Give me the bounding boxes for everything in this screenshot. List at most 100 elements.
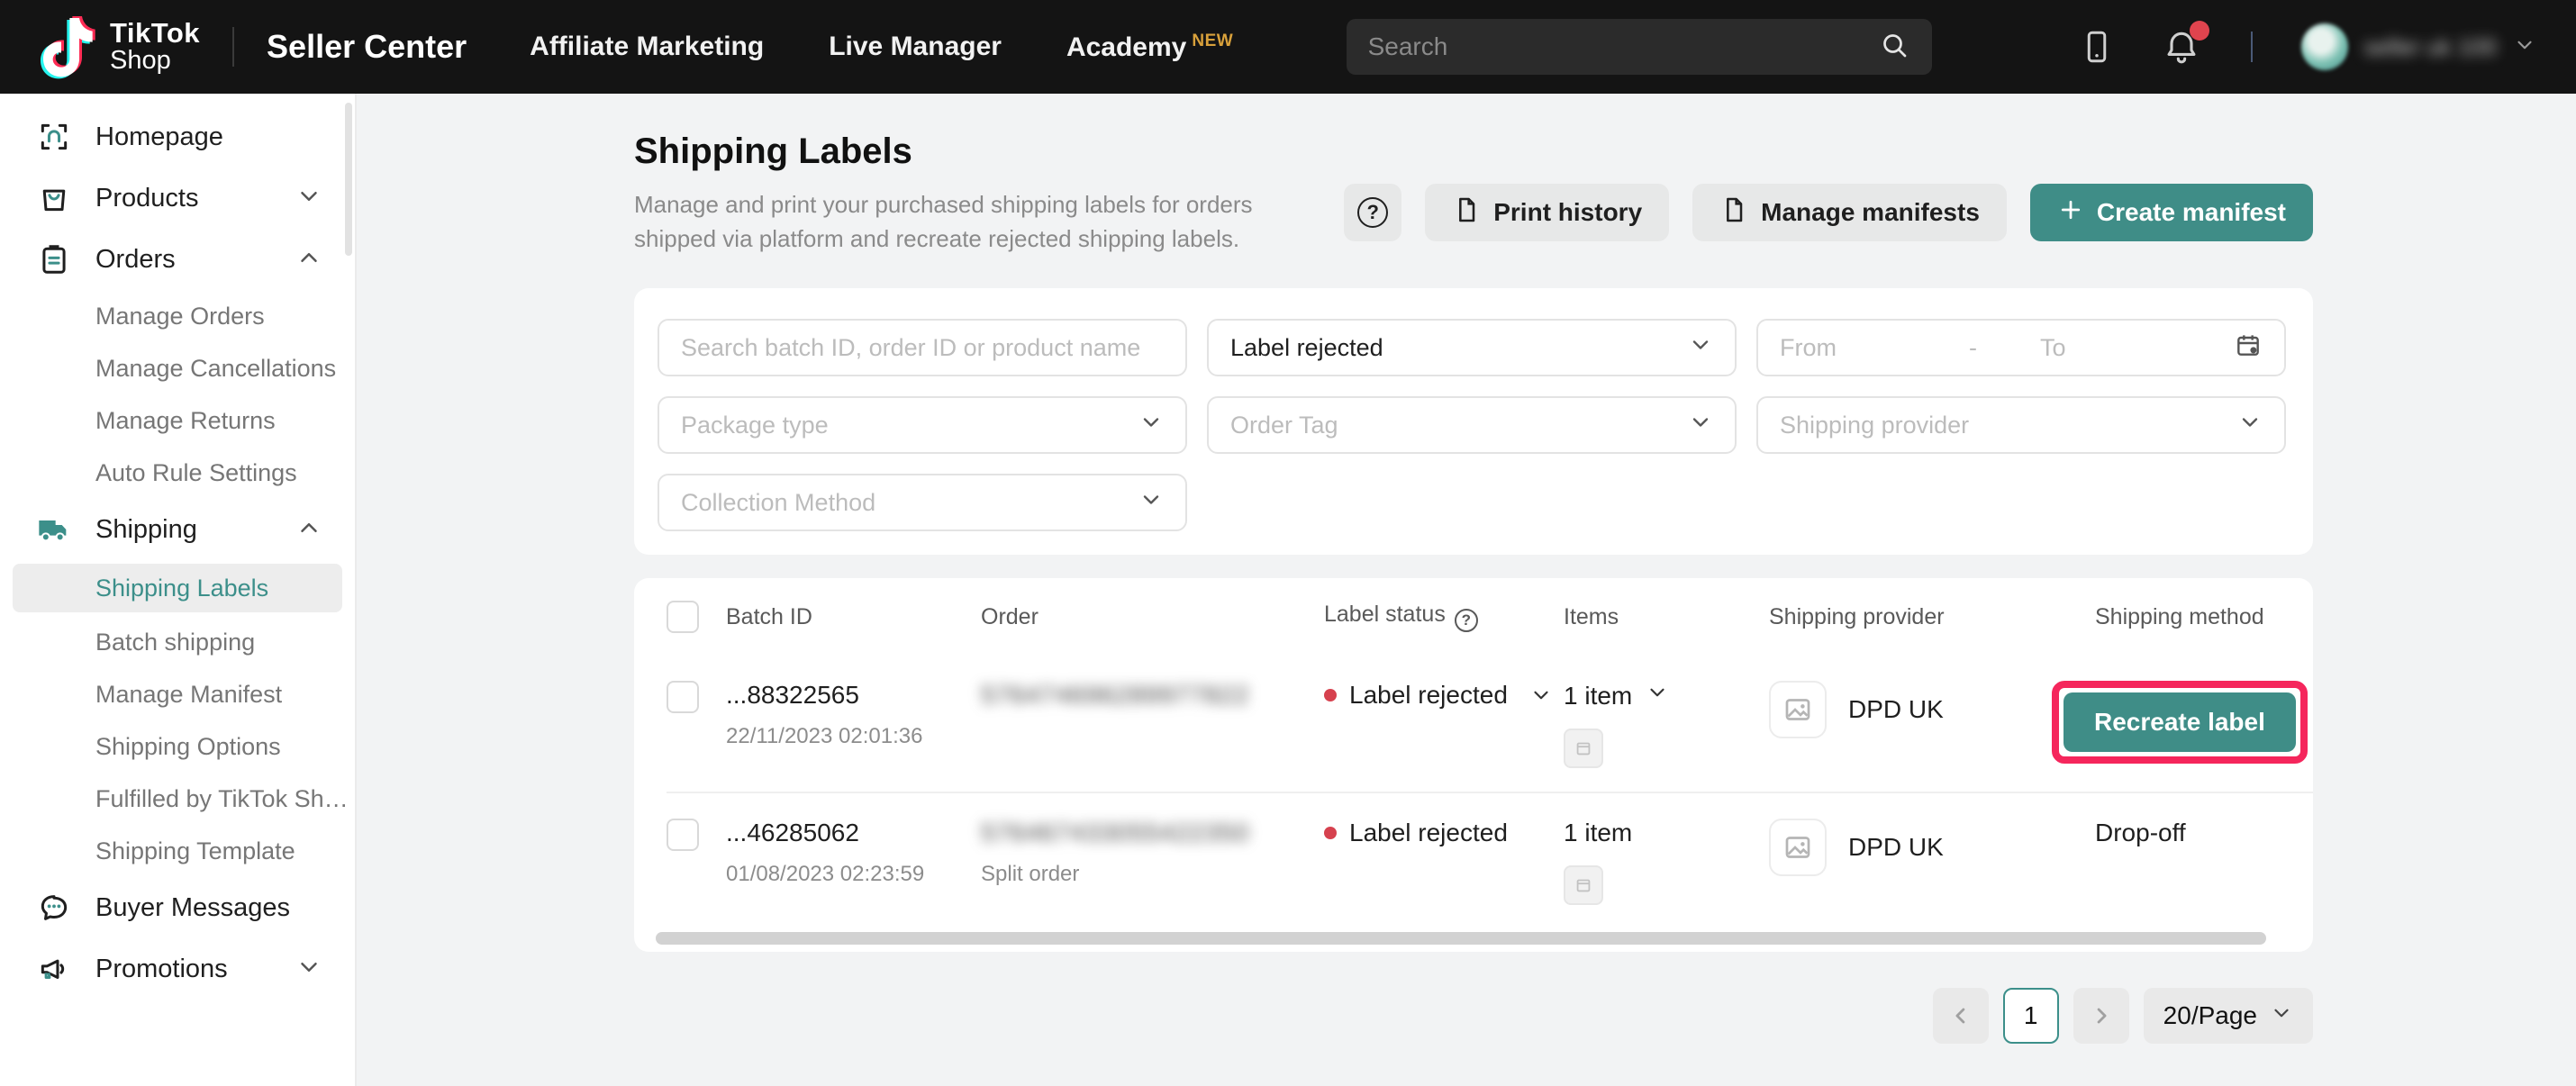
row-checkbox[interactable] bbox=[667, 819, 699, 851]
order-cell: 576467433055422350 Split order bbox=[981, 819, 1324, 887]
search-icon[interactable] bbox=[1878, 29, 1910, 66]
label-status-select[interactable]: Label rejected bbox=[1207, 319, 1737, 376]
sidebar-item-label: Orders bbox=[95, 245, 295, 275]
horizontal-scrollbar[interactable] bbox=[656, 932, 2266, 945]
sidebar-item-promotions[interactable]: Promotions bbox=[0, 938, 355, 1000]
order-tag-select[interactable]: Order Tag bbox=[1207, 396, 1737, 454]
sidebar-item-shipping-labels[interactable]: Shipping Labels bbox=[13, 564, 342, 612]
sidebar-item-auto-rule-settings[interactable]: Auto Rule Settings bbox=[0, 447, 355, 499]
shipping-provider-select[interactable]: Shipping provider bbox=[1756, 396, 2286, 454]
collection-method-select[interactable]: Collection Method bbox=[658, 474, 1187, 531]
chevron-down-icon[interactable] bbox=[1646, 681, 1669, 704]
table-header: Batch ID Order Label status? Items Shipp… bbox=[667, 578, 2313, 656]
sidebar-item-label: Shipping bbox=[95, 515, 295, 545]
nav-live-manager[interactable]: Live Manager bbox=[829, 32, 1002, 62]
batch-id: ...46285062 bbox=[726, 819, 981, 847]
tiktok-note-icon bbox=[40, 13, 97, 81]
avatar[interactable] bbox=[2301, 23, 2348, 70]
sidebar-item-label: Buyer Messages bbox=[95, 893, 322, 923]
sidebar-item-orders[interactable]: Orders bbox=[0, 229, 355, 290]
chevron-down-icon[interactable] bbox=[1529, 683, 1553, 707]
page-description: Manage and print your purchased shipping… bbox=[634, 188, 1319, 256]
page-size-select[interactable]: 20/Page bbox=[2144, 988, 2313, 1044]
product-name[interactable]: Seller Center bbox=[267, 28, 467, 66]
account-menu[interactable]: seller uk 100 bbox=[2301, 23, 2536, 70]
date-range-picker[interactable]: From - To bbox=[1756, 319, 2286, 376]
image-placeholder-icon bbox=[1769, 681, 1827, 738]
mobile-app-icon[interactable] bbox=[2076, 26, 2118, 68]
current-page-button[interactable]: 1 bbox=[2003, 988, 2059, 1044]
sidebar-item-manage-returns[interactable]: Manage Returns bbox=[0, 394, 355, 447]
items-cell[interactable]: 1 item bbox=[1564, 681, 1769, 768]
nav-academy[interactable]: AcademyNEW bbox=[1066, 32, 1233, 63]
prev-page-button[interactable] bbox=[1933, 988, 1989, 1044]
sidebar-item-manage-cancellations[interactable]: Manage Cancellations bbox=[0, 342, 355, 394]
notifications-bell-icon[interactable] bbox=[2161, 26, 2202, 68]
print-history-button[interactable]: Print history bbox=[1425, 184, 1669, 241]
sidebar-item-manage-manifest[interactable]: Manage Manifest bbox=[0, 668, 355, 720]
col-order: Order bbox=[981, 604, 1324, 630]
help-circle-icon[interactable]: ? bbox=[1455, 609, 1478, 632]
help-button[interactable]: ? bbox=[1344, 184, 1401, 241]
status-cell[interactable]: Label rejected bbox=[1324, 681, 1564, 710]
sidebar-item-shipping-template[interactable]: Shipping Template bbox=[0, 825, 355, 877]
batch-cell: ...46285062 01/08/2023 02:23:59 bbox=[726, 819, 981, 887]
sidebar-item-fulfilled-by-tiktok-shop[interactable]: Fulfilled by TikTok Shop… bbox=[0, 773, 355, 825]
items-count: 1 item bbox=[1564, 682, 1632, 710]
shipping-method: Drop-off bbox=[2095, 819, 2186, 846]
chevron-down-icon bbox=[2513, 33, 2536, 61]
sidebar-item-label: Homepage bbox=[95, 122, 322, 152]
sidebar-item-shipping[interactable]: Shipping bbox=[0, 499, 355, 560]
question-icon: ? bbox=[1357, 197, 1388, 228]
nav-affiliate-marketing[interactable]: Affiliate Marketing bbox=[530, 32, 764, 62]
provider-name: DPD UK bbox=[1848, 833, 1944, 862]
select-all-checkbox[interactable] bbox=[667, 601, 699, 633]
image-placeholder-icon bbox=[1769, 819, 1827, 876]
order-note: Split order bbox=[981, 862, 1324, 887]
manage-manifests-button[interactable]: Manage manifests bbox=[1692, 184, 2007, 241]
provider-cell: DPD UK bbox=[1769, 819, 2095, 876]
table-row: ...88322565 22/11/2023 02:01:36 57647469… bbox=[667, 656, 2313, 792]
row-checkbox[interactable] bbox=[667, 681, 699, 713]
chevron-up-icon bbox=[295, 244, 322, 276]
items-count: 1 item bbox=[1564, 819, 1632, 846]
status-label: Label rejected bbox=[1349, 819, 1508, 847]
sidebar-scrollbar[interactable] bbox=[345, 103, 352, 256]
batch-time: 22/11/2023 02:01:36 bbox=[726, 724, 981, 749]
page-header: Shipping Labels Manage and print your pu… bbox=[634, 131, 2313, 256]
status-label: Label rejected bbox=[1349, 681, 1508, 710]
sidebar-item-buyer-messages[interactable]: Buyer Messages bbox=[0, 877, 355, 938]
status-cell: Label rejected bbox=[1324, 819, 1564, 847]
recreate-label-button[interactable]: Recreate label bbox=[2064, 692, 2296, 752]
clipboard-icon bbox=[36, 241, 72, 277]
next-page-button[interactable] bbox=[2073, 988, 2129, 1044]
order-id-blurred: 576474696289977822 bbox=[981, 681, 1324, 710]
items-cell: 1 item bbox=[1564, 819, 1769, 905]
create-manifest-button[interactable]: Create manifest bbox=[2030, 184, 2313, 241]
method-cell: Drop-off bbox=[2095, 819, 2313, 847]
tiktok-shop-logo[interactable]: TikTok Shop bbox=[40, 13, 200, 81]
global-search-input[interactable] bbox=[1368, 32, 1878, 61]
package-type-select[interactable]: Package type bbox=[658, 396, 1187, 454]
status-dot bbox=[1324, 689, 1337, 701]
main-content: Shipping Labels Manage and print your pu… bbox=[358, 94, 2576, 1086]
document-icon bbox=[1452, 195, 1481, 231]
chevron-down-icon bbox=[1138, 410, 1164, 441]
chevron-down-icon bbox=[1688, 332, 1713, 364]
sidebar-item-homepage[interactable]: Homepage bbox=[0, 106, 355, 167]
sidebar-item-batch-shipping[interactable]: Batch shipping bbox=[0, 616, 355, 668]
batch-cell: ...88322565 22/11/2023 02:01:36 bbox=[726, 681, 981, 749]
batch-time: 01/08/2023 02:23:59 bbox=[726, 862, 981, 887]
truck-icon bbox=[36, 511, 72, 548]
sidebar-item-manage-orders[interactable]: Manage Orders bbox=[0, 290, 355, 342]
batch-search-input[interactable] bbox=[681, 334, 1164, 362]
global-search[interactable] bbox=[1347, 19, 1932, 75]
sidebar-item-shipping-options[interactable]: Shipping Options bbox=[0, 720, 355, 773]
top-bar: TikTok Shop Seller Center Affiliate Mark… bbox=[0, 0, 2576, 94]
sidebar-item-products[interactable]: Products bbox=[0, 167, 355, 229]
batch-search-field[interactable] bbox=[658, 319, 1187, 376]
topbar-divider bbox=[232, 27, 234, 67]
sidebar-item-label: Products bbox=[95, 184, 295, 213]
order-id-blurred: 576467433055422350 bbox=[981, 819, 1324, 847]
pagination: 1 20/Page bbox=[634, 988, 2313, 1044]
